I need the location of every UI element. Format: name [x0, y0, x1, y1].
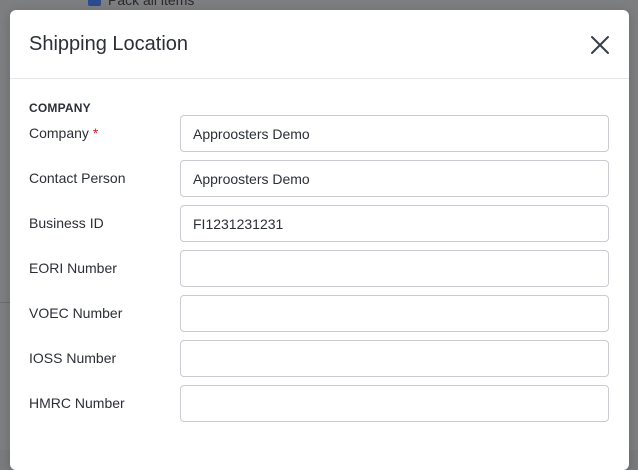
- modal-header: Shipping Location: [10, 10, 629, 79]
- close-button[interactable]: [585, 30, 615, 60]
- form-row-business-id: Business ID: [10, 205, 629, 242]
- modal-title: Shipping Location: [29, 33, 189, 55]
- shipping-location-modal: Shipping Location COMPANY Company* Conta…: [10, 10, 629, 470]
- close-icon: [591, 36, 609, 54]
- eori-number-label: EORI Number: [29, 260, 117, 276]
- hmrc-number-label: HMRC Number: [29, 395, 125, 411]
- form-row-contact-person: Contact Person: [10, 160, 629, 197]
- company-label: Company *: [29, 125, 99, 141]
- company-input[interactable]: [180, 115, 609, 152]
- form-row-eori-number: EORI Number: [10, 250, 629, 287]
- background-divider: [0, 302, 10, 303]
- form-row-hmrc-number: HMRC Number: [10, 385, 629, 422]
- form-row-company: Company *: [10, 115, 629, 152]
- contact-person-label: Contact Person: [29, 170, 126, 186]
- ioss-number-input[interactable]: [180, 340, 609, 377]
- hmrc-number-input[interactable]: [180, 385, 609, 422]
- contact-person-input[interactable]: [180, 160, 609, 197]
- pack-all-items-checkbox[interactable]: [88, 0, 101, 6]
- required-marker: *: [92, 125, 99, 141]
- form-row-voec-number: VOEC Number: [10, 295, 629, 332]
- section-title-company: COMPANY: [29, 101, 91, 115]
- business-id-label: Business ID: [29, 215, 104, 231]
- form-row-ioss-number: IOSS Number: [10, 340, 629, 377]
- business-id-input[interactable]: [180, 205, 609, 242]
- pack-all-items-label: Pack all items: [108, 0, 195, 8]
- ioss-number-label: IOSS Number: [29, 350, 117, 366]
- voec-number-input[interactable]: [180, 295, 609, 332]
- voec-number-label: VOEC Number: [29, 305, 123, 321]
- eori-number-input[interactable]: [180, 250, 609, 287]
